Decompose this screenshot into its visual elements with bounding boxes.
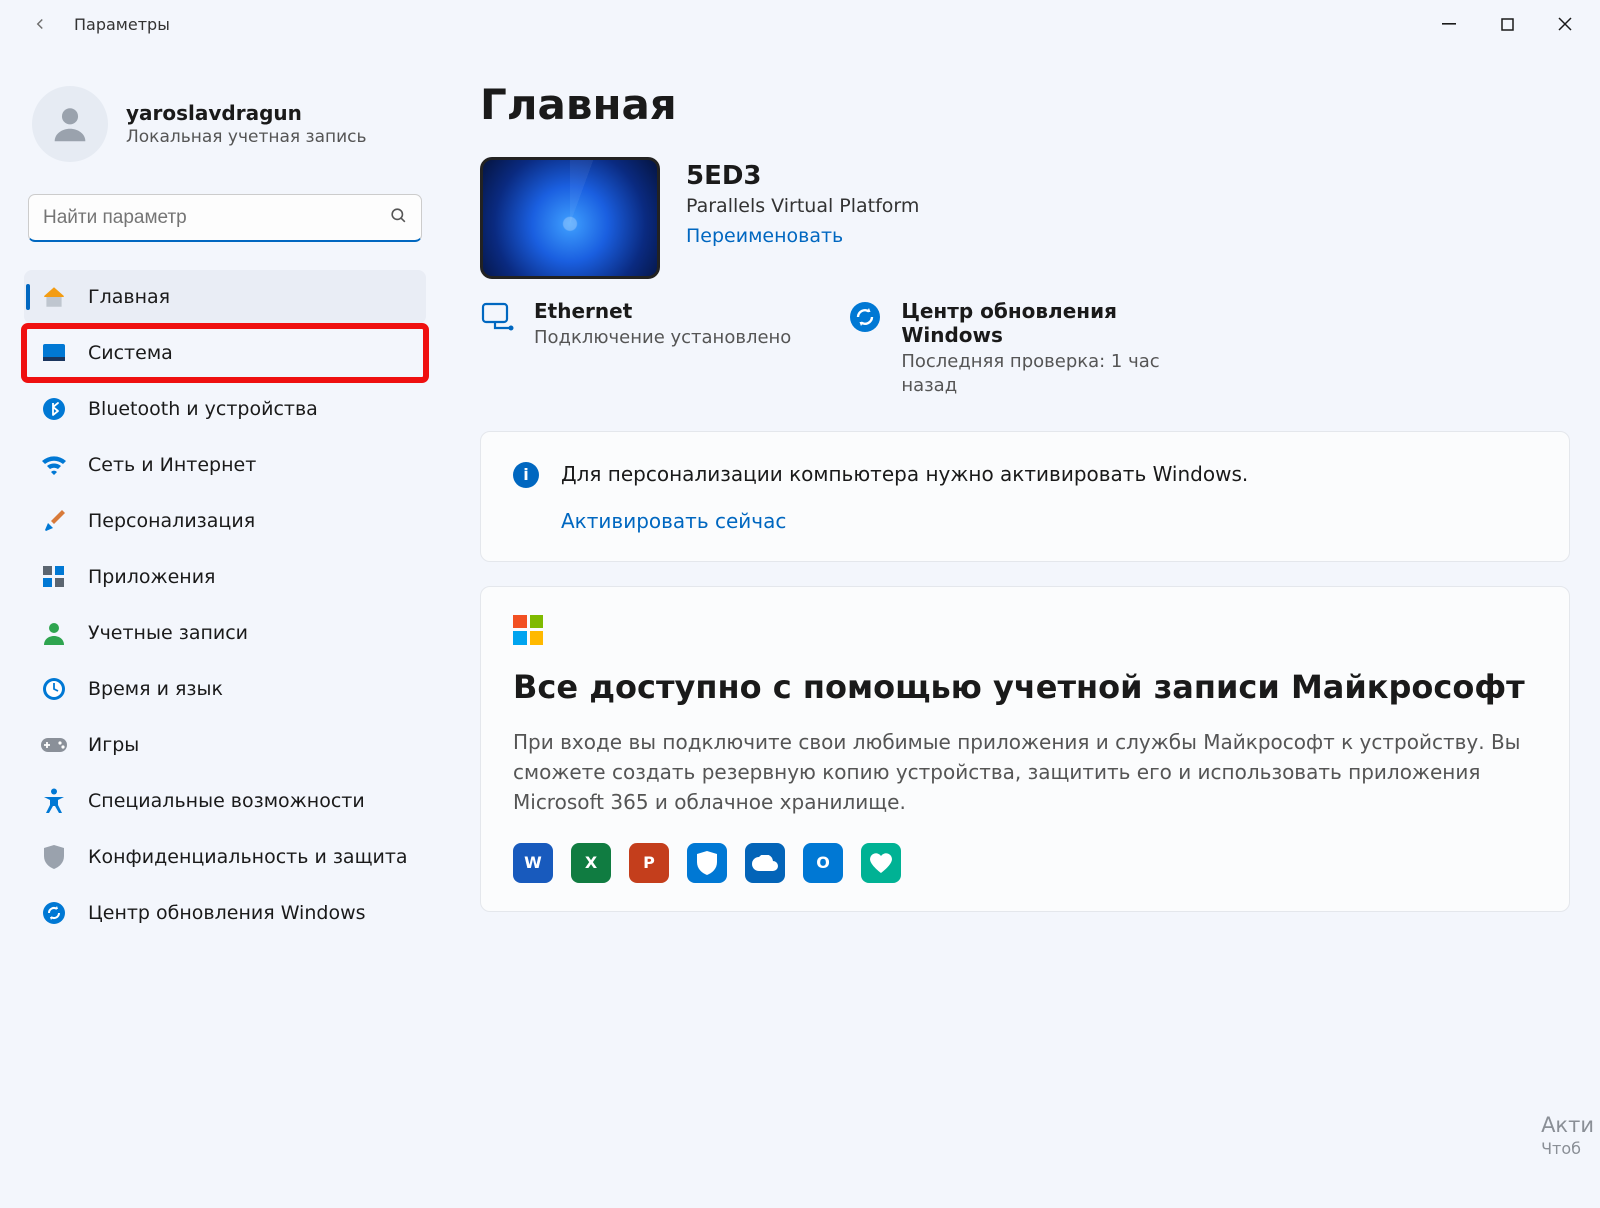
sidebar-item-label: Специальные возможности [88,790,365,812]
activation-message: Для персонализации компьютера нужно акти… [561,460,1248,489]
sidebar-item-label: Главная [88,286,170,308]
app-title: Параметры [74,15,170,34]
bluetooth-icon [40,395,68,423]
sidebar-item-label: Приложения [88,566,215,588]
sidebar-item-bluetooth[interactable]: Bluetooth и устройства [24,382,426,436]
activation-card: i Для персонализации компьютера нужно ак… [480,431,1570,562]
sidebar-item-apps[interactable]: Приложения [24,550,426,604]
sidebar-item-privacy[interactable]: Конфиденциальность и защита [24,830,426,884]
device-name: 5ED3 [686,161,919,191]
ms-app-icons-row: WXP O [513,843,1537,883]
device-platform: Parallels Virtual Platform [686,195,919,217]
microsoft-logo-icon [513,615,543,645]
system-icon [40,339,68,367]
sidebar-item-personalization[interactable]: Персонализация [24,494,426,548]
nav-list: Главная Система Bluetooth и устройства С… [24,270,426,940]
search-input[interactable] [28,194,422,242]
status-title: Центр обновления Windows [901,299,1187,347]
sidebar-item-accessibility[interactable]: Специальные возможности [24,774,426,828]
main-content: Главная 5ED3 Parallels Virtual Platform … [440,48,1600,1208]
sidebar-item-label: Система [88,342,173,364]
sidebar-item-label: Сеть и Интернет [88,454,256,476]
search-icon [389,206,408,230]
home-icon [40,283,68,311]
device-block: 5ED3 Parallels Virtual Platform Переимен… [480,157,1570,279]
back-button[interactable] [24,8,56,40]
avatar [32,86,108,162]
sidebar-item-label: Персонализация [88,510,255,532]
defender-shield-icon [687,843,727,883]
sidebar-item-label: Время и язык [88,678,223,700]
wifi-icon [40,451,68,479]
sidebar-item-label: Bluetooth и устройства [88,398,318,420]
onedrive-cloud-icon [745,843,785,883]
device-thumbnail [480,157,660,279]
maximize-button[interactable] [1478,4,1536,44]
sidebar: yaroslavdragun Локальная учетная запись … [0,48,440,1208]
activate-now-link[interactable]: Активировать сейчас [561,509,786,533]
status-subtitle: Подключение установлено [534,326,791,350]
ms-body-text: При входе вы подключите свои любимые при… [513,727,1537,817]
rename-link[interactable]: Переименовать [686,225,843,247]
outlook-icon: O [803,843,843,883]
sidebar-item-gaming[interactable]: Игры [24,718,426,772]
status-windows-update[interactable]: Центр обновления Windows Последняя прове… [847,299,1187,399]
microsoft-account-card: Все доступно с помощью учетной записи Ма… [480,586,1570,912]
profile-block[interactable]: yaroslavdragun Локальная учетная запись [24,66,426,194]
update-sync-icon [847,299,883,335]
sidebar-item-accounts[interactable]: Учетные записи [24,606,426,660]
sidebar-item-time-language[interactable]: Время и язык [24,662,426,716]
sidebar-item-network[interactable]: Сеть и Интернет [24,438,426,492]
info-icon: i [513,462,539,488]
profile-name: yaroslavdragun [126,101,367,125]
profile-subtitle: Локальная учетная запись [126,127,367,147]
status-subtitle: Последняя проверка: 1 час назад [901,350,1187,399]
word-icon: W [513,843,553,883]
minimize-button[interactable] [1420,4,1478,44]
shield-icon [40,843,68,871]
update-sync-icon [40,899,68,927]
family-heart-icon [861,843,901,883]
accessibility-icon [40,787,68,815]
ms-heading: Все доступно с помощью учетной записи Ма… [513,667,1537,707]
sidebar-item-label: Конфиденциальность и защита [88,846,408,868]
sidebar-item-system[interactable]: Система [24,326,426,380]
sidebar-item-label: Учетные записи [88,622,248,644]
powerpoint-icon: P [629,843,669,883]
person-icon [40,619,68,647]
sidebar-item-label: Игры [88,734,139,756]
page-title: Главная [480,80,1570,129]
status-title: Ethernet [534,299,791,323]
ethernet-icon [480,299,516,335]
gamepad-icon [40,731,68,759]
close-button[interactable] [1536,4,1594,44]
sidebar-item-home[interactable]: Главная [24,270,426,324]
sidebar-item-label: Центр обновления Windows [88,902,366,924]
titlebar: Параметры [0,0,1600,48]
excel-icon: X [571,843,611,883]
sidebar-item-windows-update[interactable]: Центр обновления Windows [24,886,426,940]
status-ethernet[interactable]: Ethernet Подключение установлено [480,299,791,399]
globe-clock-icon [40,675,68,703]
paintbrush-icon [40,507,68,535]
apps-icon [40,563,68,591]
